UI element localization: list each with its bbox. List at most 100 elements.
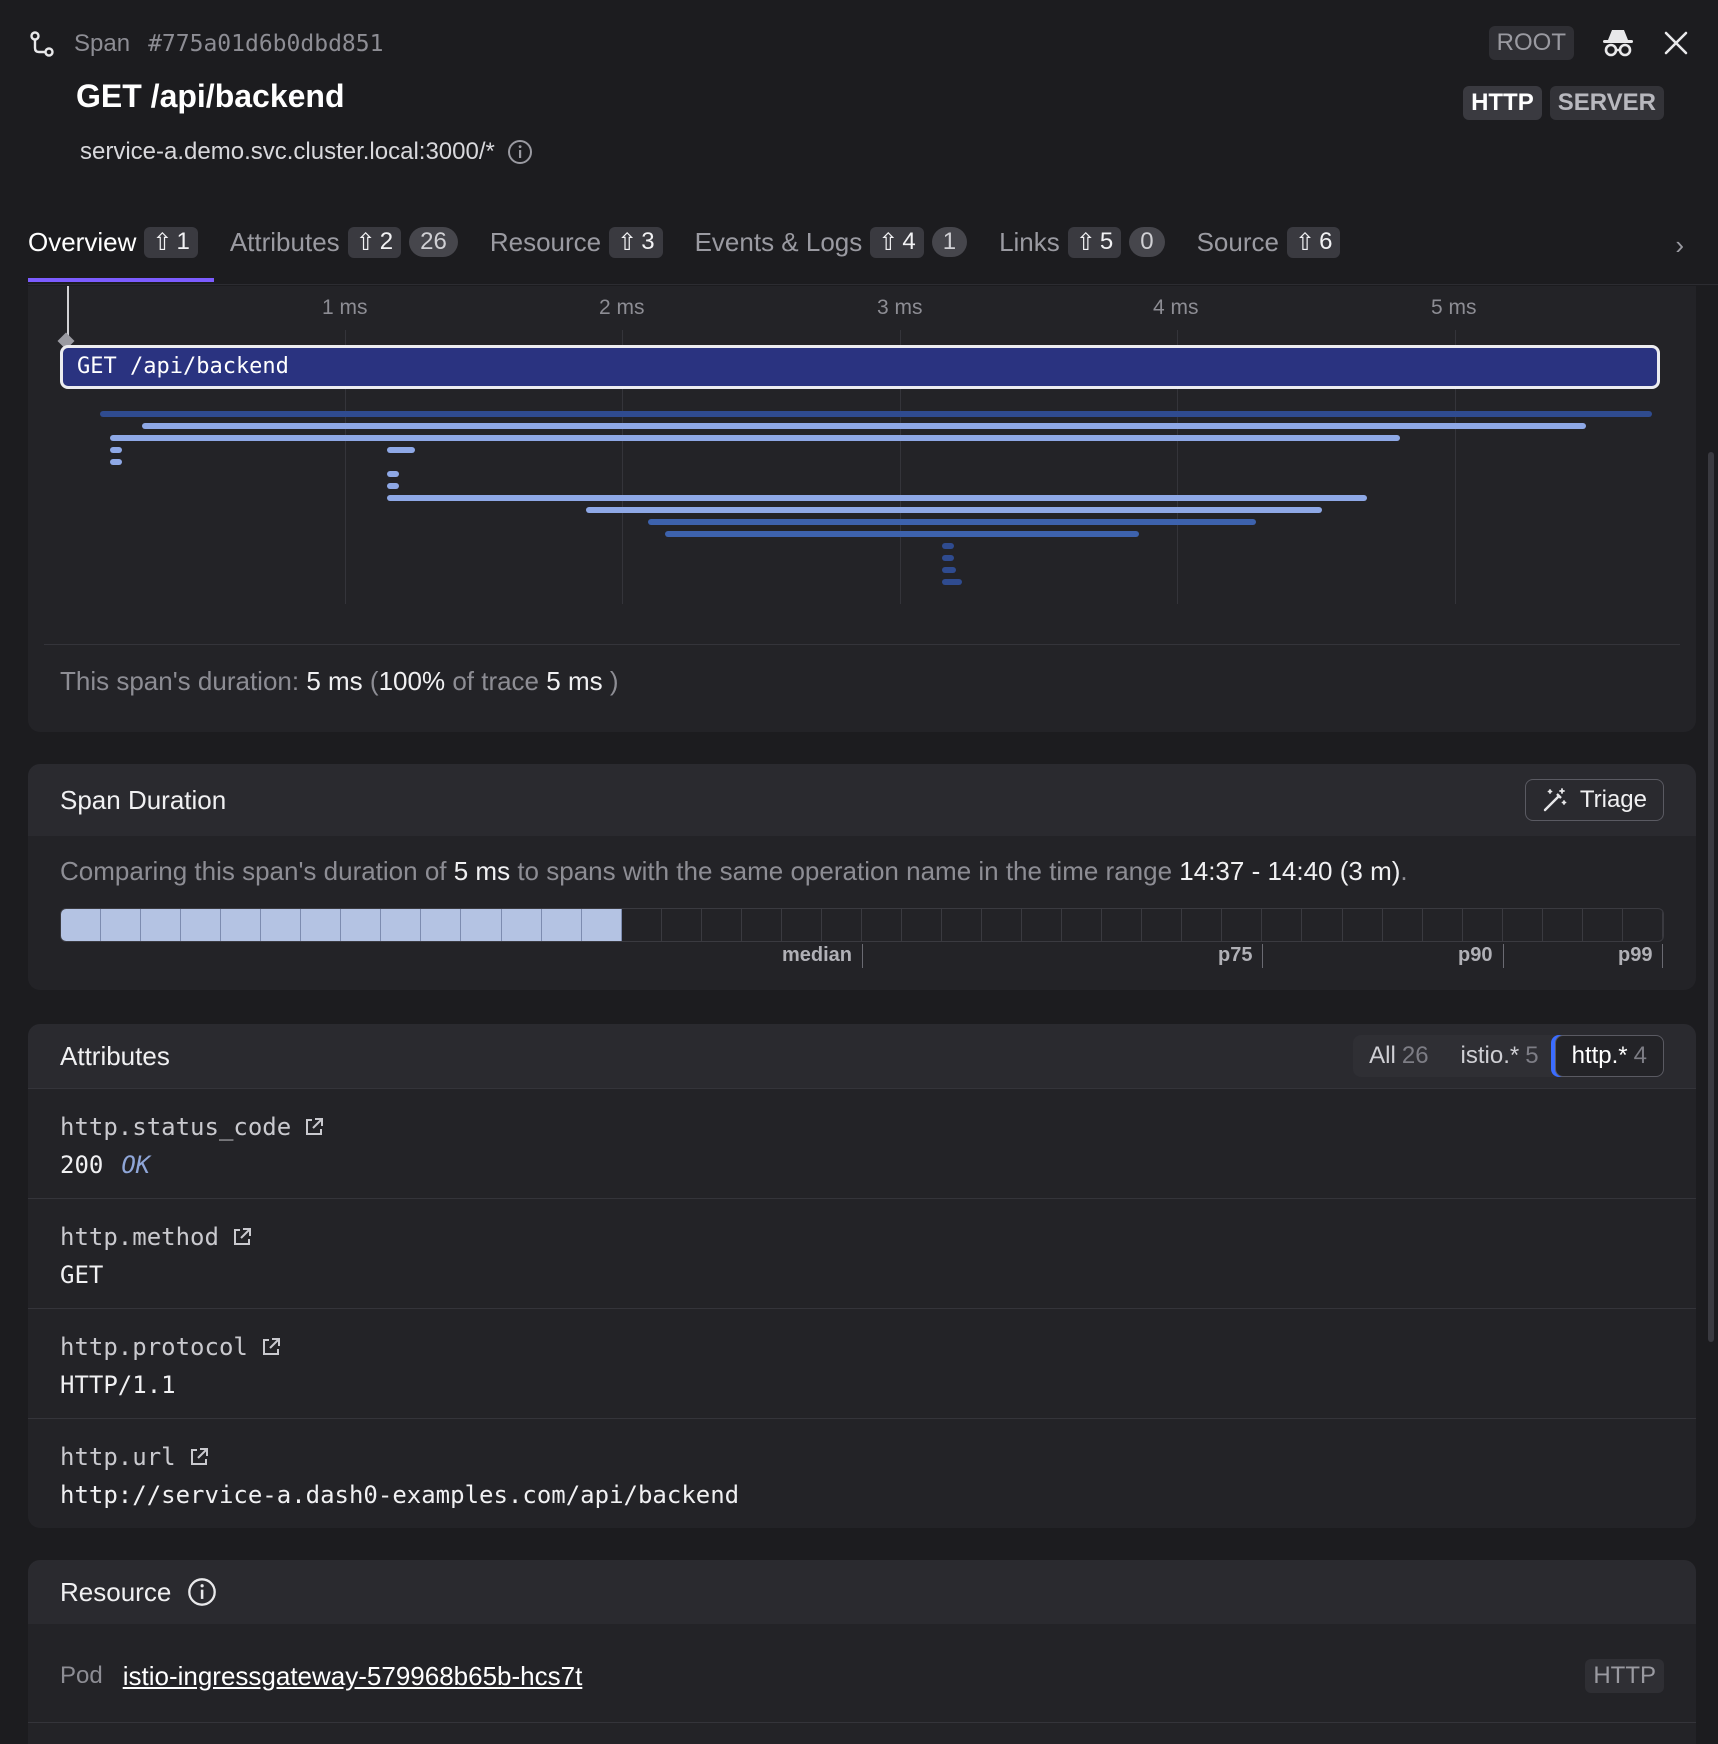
triage-label: Triage — [1579, 786, 1647, 813]
span-endpoint: service-a.demo.svc.cluster.local:3000/* — [80, 138, 495, 165]
tabs-scroll-right-icon[interactable]: › — [1675, 230, 1684, 261]
child-span-bar[interactable] — [110, 459, 122, 465]
external-link-icon[interactable] — [303, 1116, 325, 1138]
histogram-bucket — [141, 909, 182, 941]
histogram-bucket — [1062, 909, 1103, 941]
histogram-bucket — [221, 909, 262, 941]
child-span-bar[interactable] — [942, 543, 954, 549]
attribute-value: HTTP/1.1 — [60, 1371, 176, 1399]
filter-http[interactable]: http.* 4 — [1554, 1035, 1664, 1077]
attribute-row[interactable]: http.status_code 200 OK — [28, 1088, 1696, 1199]
child-span-bar[interactable] — [100, 411, 1652, 417]
shift-icon: ⇧ — [878, 228, 899, 256]
external-link-icon[interactable] — [231, 1226, 253, 1248]
histogram-bucket — [1463, 909, 1503, 941]
pod-protocol-chip: HTTP — [1585, 1659, 1664, 1693]
external-link-icon[interactable] — [260, 1336, 282, 1358]
pod-label: Pod — [60, 1662, 103, 1689]
histogram-bucket — [61, 909, 102, 941]
tab-label: Attributes — [229, 226, 340, 257]
percentile-label: median — [782, 944, 853, 966]
histogram-bucket — [1022, 909, 1063, 941]
child-span-bar[interactable] — [942, 555, 954, 561]
attribute-key-text: http.url — [60, 1443, 176, 1471]
child-span-bar[interactable] — [586, 507, 1322, 513]
span-id[interactable]: #775a01d6b0dbd851 — [148, 31, 383, 57]
child-span-bar[interactable] — [387, 495, 1367, 501]
histogram-bucket — [902, 909, 943, 941]
filter-count: 5 — [1525, 1042, 1539, 1069]
histogram-bucket — [1102, 909, 1143, 941]
histogram-bucket — [1262, 909, 1303, 941]
duration-histogram — [60, 908, 1664, 942]
child-span-bar[interactable] — [387, 447, 415, 453]
tab-count: 0 — [1129, 227, 1165, 257]
child-span-bar[interactable] — [110, 435, 1400, 441]
child-span-bar[interactable] — [648, 519, 1256, 525]
scrollbar[interactable] — [1708, 452, 1714, 1342]
span-duration-summary: This span's duration: 5 ms (100% of trac… — [60, 666, 619, 697]
magic-wand-icon — [1542, 787, 1568, 813]
attribute-value: http://service-a.dash0-examples.com/api/… — [60, 1481, 740, 1509]
percentile-marker — [1262, 944, 1263, 968]
span-tree-icon — [28, 30, 56, 58]
tab-overview[interactable]: Overview ⇧ 1 — [28, 222, 214, 282]
histogram-bucket — [1383, 909, 1423, 941]
filter-istio[interactable]: istio.* 5 — [1445, 1036, 1555, 1076]
histogram-bucket — [1142, 909, 1183, 941]
attribute-row[interactable]: http.url http://service-a.dash0-examples… — [28, 1418, 1696, 1529]
info-icon[interactable] — [507, 139, 533, 165]
tab-source[interactable]: Source ⇧ 6 — [1197, 222, 1357, 262]
attribute-value: GET — [60, 1261, 104, 1289]
card-header: Resource — [28, 1560, 1696, 1624]
tab-resource[interactable]: Resource ⇧ 3 — [490, 222, 679, 262]
divider — [44, 644, 1680, 645]
child-span-bar[interactable] — [110, 447, 122, 453]
child-span-bar[interactable] — [142, 423, 1586, 429]
histogram-bucket — [1543, 909, 1583, 941]
root-span-bar[interactable]: GET /api/backend — [60, 345, 1660, 389]
triage-button[interactable]: Triage — [1524, 779, 1664, 821]
filter-all[interactable]: All 26 — [1353, 1036, 1444, 1076]
percentile-label: p90 — [1458, 944, 1493, 966]
histogram-bucket — [1423, 909, 1463, 941]
close-icon[interactable] — [1662, 29, 1690, 57]
attribute-filter-group: All 26 istio.* 5 http.* 4 — [1353, 1035, 1664, 1077]
child-span-bar[interactable] — [942, 567, 956, 573]
filter-label: http.* — [1571, 1042, 1628, 1069]
child-span-bar[interactable] — [942, 579, 962, 585]
time-range: 14:37 - 14:40 (3 m) — [1179, 856, 1401, 886]
tab-events-logs[interactable]: Events & Logs ⇧ 4 1 — [695, 222, 983, 262]
card-title: Resource — [60, 1576, 172, 1607]
histogram-bucket — [581, 909, 622, 941]
child-span-bar[interactable] — [387, 471, 399, 477]
tab-label: Events & Logs — [694, 226, 863, 257]
attribute-row[interactable]: http.method GET — [28, 1198, 1696, 1309]
histogram-bucket — [1302, 909, 1343, 941]
duration-value: 5 ms — [306, 666, 363, 696]
incognito-icon[interactable] — [1600, 27, 1636, 59]
span-subtitle: service-a.demo.svc.cluster.local:3000/* — [80, 138, 533, 166]
resource-pod-row: Pod istio-ingressgateway-579968b65b-hcs7… — [60, 1654, 1664, 1698]
shift-icon: ⇧ — [1294, 228, 1316, 256]
tab-count: 1 — [931, 227, 968, 257]
info-icon[interactable] — [187, 1577, 217, 1607]
child-span-bar[interactable] — [387, 483, 399, 489]
histogram-bucket — [662, 909, 702, 941]
duration-percent: 100% — [378, 666, 446, 696]
percentile-label: p99 — [1618, 944, 1653, 966]
tab-attributes[interactable]: Attributes ⇧ 2 26 — [230, 222, 474, 262]
histogram-bucket — [541, 909, 582, 941]
tab-label: Source — [1196, 226, 1279, 257]
pod-link[interactable]: istio-ingressgateway-579968b65b-hcs7t — [123, 1661, 583, 1692]
status-text: OK — [121, 1151, 151, 1179]
tab-links[interactable]: Links ⇧ 5 0 — [999, 222, 1181, 262]
child-span-bar[interactable] — [665, 531, 1139, 537]
span-kind-label: Span — [74, 30, 131, 57]
histogram-bucket — [1182, 909, 1223, 941]
histogram-bucket — [101, 909, 142, 941]
attribute-row[interactable]: http.protocol HTTP/1.1 — [28, 1308, 1696, 1419]
tab-label: Resource — [489, 226, 602, 257]
external-link-icon[interactable] — [188, 1446, 210, 1468]
histogram-bucket — [862, 909, 902, 941]
